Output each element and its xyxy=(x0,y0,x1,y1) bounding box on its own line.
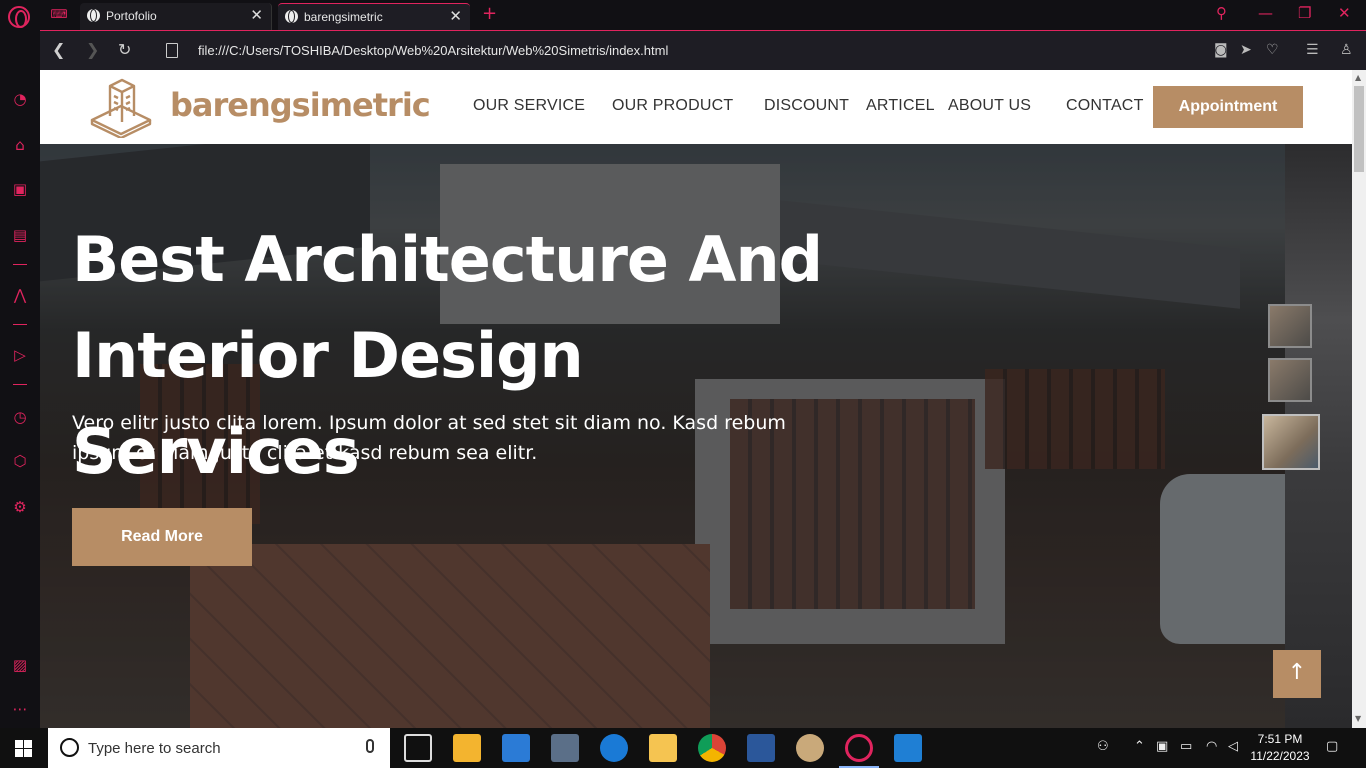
windows-start-icon[interactable] xyxy=(15,740,32,757)
clock-time: 7:51 PM xyxy=(1257,732,1303,746)
site-navbar: barengsimetric OUR SERVICE OUR PRODUCT D… xyxy=(40,70,1352,144)
cpu-limiter-icon[interactable]: ▤ xyxy=(11,226,29,244)
camera-app-icon[interactable] xyxy=(551,734,579,762)
scroll-up-arrow-icon[interactable]: ▲ xyxy=(1355,73,1361,82)
extensions-cube-icon[interactable]: ⬡ xyxy=(11,452,29,470)
nav-discount[interactable]: DISCOUNT xyxy=(764,97,849,115)
taskbar-search[interactable]: Type here to search xyxy=(48,728,390,768)
hero-subtitle: Vero elitr justo clita lorem. Ipsum dolo… xyxy=(72,412,786,464)
page-scrollbar[interactable]: ▲ ▼ xyxy=(1352,70,1366,728)
read-more-button[interactable]: Read More xyxy=(72,508,252,566)
browser-tab-bar: ⌨ Portofolio ✕ barengsimetric ✕ + ⚲ — ❐ … xyxy=(0,0,1366,30)
snapshot-camera-icon[interactable]: ◙ xyxy=(1214,42,1228,58)
send-icon[interactable]: ➤ xyxy=(1240,42,1252,58)
search-tabs-icon[interactable]: ⚲ xyxy=(1216,4,1227,22)
hero-title-line-2: Interior Design Services xyxy=(72,319,584,488)
easy-setup-icon[interactable]: ☰ xyxy=(1306,42,1319,58)
show-hidden-icons-chevron-icon[interactable]: ⌃ xyxy=(1134,739,1145,754)
nav-about-us[interactable]: ABOUT US xyxy=(948,97,1031,115)
microphone-icon[interactable] xyxy=(366,739,374,753)
close-tab-icon[interactable]: ✕ xyxy=(250,6,263,24)
restore-button[interactable]: ❐ xyxy=(1298,4,1311,22)
carousel-thumb-2[interactable] xyxy=(1268,358,1312,402)
sidebar-divider xyxy=(13,384,27,385)
mail-icon[interactable] xyxy=(502,734,530,762)
scroll-down-arrow-icon[interactable]: ▼ xyxy=(1355,714,1361,723)
gx-controller-icon[interactable]: ⌨ xyxy=(50,7,68,21)
speed-dial-icon[interactable]: ◔ xyxy=(11,90,29,108)
back-button[interactable]: ❮ xyxy=(52,40,65,59)
reload-button[interactable]: ↻ xyxy=(118,40,131,59)
taskbar-clock[interactable]: 7:51 PM 11/22/2023 xyxy=(1250,731,1310,765)
wifi-icon[interactable]: ◠ xyxy=(1206,739,1217,754)
file-icon xyxy=(166,43,178,58)
chrome-icon[interactable] xyxy=(698,734,726,762)
back-to-top-button[interactable]: ↑ xyxy=(1273,650,1321,698)
appointment-button[interactable]: Appointment xyxy=(1153,86,1303,128)
people-icon[interactable]: ⚇ xyxy=(1097,739,1109,754)
notification-app-icon[interactable]: ▣ xyxy=(1156,739,1168,754)
store-icon[interactable] xyxy=(453,734,481,762)
task-view-icon[interactable] xyxy=(404,734,432,762)
address-bar: ❮ ❯ ↻ file:///C:/Users/TOSHIBA/Desktop/W… xyxy=(40,30,1366,70)
edge-icon[interactable] xyxy=(600,734,628,762)
tab-title: barengsimetric xyxy=(304,10,383,24)
action-center-icon[interactable]: ▢ xyxy=(1326,739,1338,754)
twitch-icon[interactable]: ▣ xyxy=(11,180,29,198)
carousel-thumb-1[interactable] xyxy=(1268,304,1312,348)
scroll-thumb[interactable] xyxy=(1354,86,1364,172)
wallpaper-icon[interactable]: ▨ xyxy=(11,656,29,674)
globe-icon xyxy=(87,9,100,22)
windows-taskbar: Type here to search ⚇ ⌃ ▣ ▭ ◠ ◁ 7:51 PM … xyxy=(0,728,1366,768)
player-icon[interactable]: ▷ xyxy=(11,346,29,364)
close-tab-icon[interactable]: ✕ xyxy=(449,7,462,25)
file-explorer-icon[interactable] xyxy=(649,734,677,762)
vk-icon[interactable]: ⋀ xyxy=(11,286,29,304)
hero-carousel: Best Architecture And Interior Design Se… xyxy=(40,144,1285,728)
paint-icon[interactable] xyxy=(796,734,824,762)
web-page: barengsimetric OUR SERVICE OUR PRODUCT D… xyxy=(40,70,1352,728)
brand-name[interactable]: barengsimetric xyxy=(170,86,431,124)
history-clock-icon[interactable]: ◷ xyxy=(11,408,29,426)
cortana-circle-icon xyxy=(60,738,79,757)
nav-articel[interactable]: ARTICEL xyxy=(866,97,935,115)
new-tab-button[interactable]: + xyxy=(482,3,497,24)
profile-icon[interactable]: ♙ xyxy=(1340,42,1353,58)
clock-date: 11/22/2023 xyxy=(1250,749,1310,763)
tab-barengsimetric[interactable]: barengsimetric ✕ xyxy=(278,3,470,30)
browser-sidebar: ◔ ⌂ ▣ ▤ ⋀ ▷ ◷ ⬡ ⚙ ▨ ⋯ xyxy=(0,30,40,728)
close-window-button[interactable]: ✕ xyxy=(1338,4,1351,22)
sidebar-divider xyxy=(13,264,27,265)
tab-portofolio[interactable]: Portofolio ✕ xyxy=(80,3,272,30)
nav-our-product[interactable]: OUR PRODUCT xyxy=(612,97,733,115)
building-logo-icon[interactable] xyxy=(88,76,154,138)
search-placeholder: Type here to search xyxy=(88,740,221,757)
forward-button[interactable]: ❯ xyxy=(86,40,99,59)
tab-title: Portofolio xyxy=(106,9,157,23)
nav-contact[interactable]: CONTACT xyxy=(1066,97,1144,115)
vscode-icon[interactable] xyxy=(894,734,922,762)
more-icon[interactable]: ⋯ xyxy=(11,700,29,718)
opera-logo-icon[interactable] xyxy=(8,6,30,28)
nav-our-service[interactable]: OUR SERVICE xyxy=(473,97,585,115)
volume-icon[interactable]: ◁ xyxy=(1228,739,1238,754)
opera-gx-icon[interactable] xyxy=(845,734,873,762)
hero-title-line-1: Best Architecture And xyxy=(72,223,823,296)
carousel-thumb-3[interactable] xyxy=(1262,414,1320,470)
url-field[interactable]: file:///C:/Users/TOSHIBA/Desktop/Web%20A… xyxy=(198,43,668,58)
sidebar-divider xyxy=(13,324,27,325)
heart-icon[interactable]: ♡ xyxy=(1266,42,1279,58)
word-icon[interactable] xyxy=(747,734,775,762)
settings-gear-icon[interactable]: ⚙ xyxy=(11,498,29,516)
globe-icon xyxy=(285,10,298,23)
minimize-button[interactable]: — xyxy=(1258,4,1273,22)
battery-icon[interactable]: ▭ xyxy=(1180,739,1192,754)
shopping-bag-icon[interactable]: ⌂ xyxy=(11,136,29,154)
